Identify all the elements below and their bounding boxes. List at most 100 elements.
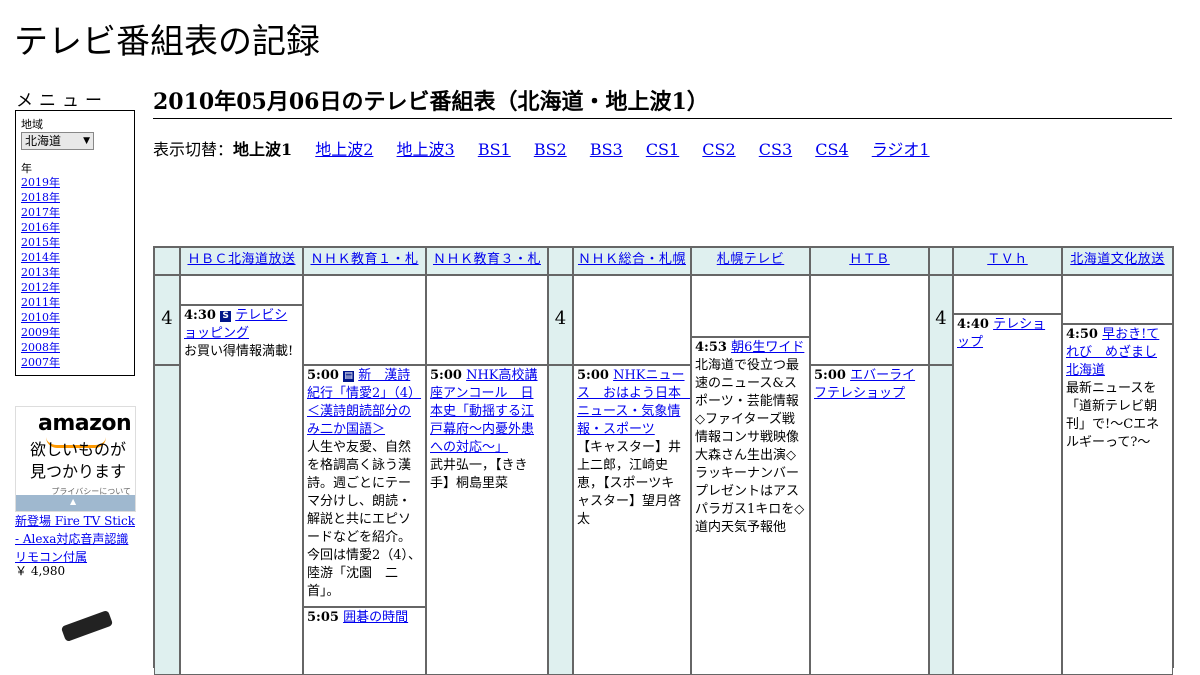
program-title-link[interactable]: 囲碁の時間 [343,610,408,625]
channel-header: 北海道文化放送 [1062,247,1173,275]
year-link[interactable]: 2007年 [21,356,60,369]
year-label: 年 [21,162,32,175]
channel-header: ＨＢＣ北海道放送 [180,247,303,275]
program-cell: 5:00 NHK高校講座アンコール 日本史「動揺する江戸幕府～内憂外患への対応～… [426,365,548,675]
channel-link[interactable]: ＴＶｈ [987,252,1028,267]
empty-slot [953,275,1062,314]
year-link[interactable]: 2010年 [21,311,60,324]
switcher-link[interactable]: BS3 [590,140,623,159]
program-cell: 5:00 ▤ 新 漢詩紀行「情愛2」（4）＜漢詩朗読部分のみ二か国語＞ 人生や友… [303,365,426,607]
year-link[interactable]: 2011年 [21,296,60,309]
year-link[interactable]: 2015年 [21,236,60,249]
program-time: 5:00 [430,368,462,383]
ad-product-link[interactable]: 新登場 Fire TV Stick - Alexa対応音声認識リモコン付属 [15,512,137,566]
year-list: 2019年 2018年 2017年 2016年 2015年 2014年 2013… [21,175,60,370]
empty-slot [810,275,929,365]
hour-number: 4 [554,308,567,329]
hour-cell [548,365,573,675]
switcher-link[interactable]: CS3 [759,140,792,159]
empty-slot [426,275,548,365]
year-link[interactable]: 2009年 [21,326,60,339]
empty-slot [691,275,810,337]
hour-cell [929,365,953,675]
program-desc: お買い得情報満載! [184,344,294,359]
switcher-link[interactable]: CS1 [646,140,679,159]
empty-slot [303,275,426,365]
hour-cell [154,365,180,675]
amazon-ad-banner[interactable]: amazon 欲しいものが見つかります プライバシーについて ▲ [15,406,136,512]
channel-link[interactable]: 札幌テレビ [717,252,785,267]
page-heading: 2010年05月06日のテレビ番組表（北海道・地上波1） [153,84,1172,119]
empty-slot [180,275,303,305]
program-cell: 4:53 朝6生ワイド 北海道で役立つ最速のニュース&スポーツ・芸能情報◇ファイ… [691,337,810,675]
program-grid: ＨＢＣ北海道放送 ＮＨＫ教育１・札幌 ＮＨＫ教育３・札幌 ＮＨＫ総合・札幌 札幌… [153,246,1174,675]
hour-number: 4 [161,308,173,329]
stereo-badge-icon: S [220,311,232,322]
hour-header [548,247,573,275]
year-link[interactable]: 2008年 [21,341,60,354]
program-desc: 最新ニュースを「道新テレビ朝刊」で!～Cエネルギーって?～ [1066,381,1160,450]
hour-header [154,247,180,275]
year-link[interactable]: 2012年 [21,281,60,294]
chevron-down-icon: ▼ [83,136,90,146]
empty-slot [573,275,691,365]
switcher-link[interactable]: ラジオ1 [872,140,930,159]
channel-link[interactable]: ＮＨＫ教育１・札幌 [310,252,418,274]
program-cell: 5:00 エバーライフテレショップ [810,365,929,675]
program-time: 5:00 [307,368,339,383]
switcher-current: 地上波1 [233,140,293,159]
year-link[interactable]: 2014年 [21,251,60,264]
switcher-link[interactable]: 地上波2 [315,140,373,159]
switcher-link[interactable]: BS1 [478,140,511,159]
region-select-value: 北海道 [25,134,62,148]
channel-header: ＮＨＫ教育１・札幌 [303,247,426,275]
hour-cell: 4 [154,275,180,365]
hour-cell: 4 [929,275,953,365]
channel-switcher: 表示切替：地上波1 地上波2 地上波3 BS1 BS2 BS3 CS1 CS2 … [153,136,948,160]
channel-header: ＮＨＫ教育３・札幌 [426,247,548,275]
channel-link[interactable]: ＨＴＢ [849,252,890,267]
switcher-link[interactable]: 地上波3 [397,140,455,159]
switcher-label: 表示切替： [153,140,234,159]
year-link[interactable]: 2017年 [21,206,60,219]
channel-header: ＴＶｈ [953,247,1062,275]
channel-header: ＨＴＢ [810,247,929,275]
program-cell: 5:00 NHKニュース おはよう日本 ニュース・気象情報・スポーツ 【キャスタ… [573,365,691,675]
switcher-link[interactable]: CS4 [815,140,848,159]
menu-label: メニュー [16,91,108,111]
switcher-link[interactable]: BS2 [534,140,567,159]
channel-link[interactable]: 北海道文化放送 [1070,252,1165,267]
menu-box: 地域 北海道 ▼ 年 2019年 2018年 2017年 2016年 2015年… [15,110,135,376]
caret-up-icon: ▲ [70,497,77,506]
program-cell: 4:40 テレショップ [953,314,1062,675]
program-time: 4:40 [957,317,989,332]
site-title: テレビ番組表の記録 [14,22,320,62]
switcher-link[interactable]: CS2 [702,140,735,159]
hour-number: 4 [935,308,947,329]
program-time: 5:05 [307,610,339,625]
year-link[interactable]: 2018年 [21,191,60,204]
program-time: 5:00 [577,368,609,383]
ad-tagline: 欲しいものが見つかります [29,440,126,481]
channel-header: ＮＨＫ総合・札幌 [573,247,691,275]
program-cell: 4:30 S テレビショッピング お買い得情報満載! [180,305,303,675]
fire-tv-stick-image [60,609,114,643]
channel-link[interactable]: ＮＨＫ総合・札幌 [578,252,686,267]
program-cell: 5:05 囲碁の時間 [303,607,426,675]
program-title-link[interactable]: 朝6生ワイド [731,340,804,355]
program-desc: 武井弘一，【きき手】桐島里菜 [430,458,528,491]
program-desc: 【キャスター】井上二郎，江崎史恵，【スポーツキャスター】望月啓太 [577,440,682,527]
channel-link[interactable]: ＮＨＫ教育３・札幌 [433,252,541,274]
program-time: 4:53 [695,340,727,355]
hour-cell: 4 [548,275,573,365]
ad-price: ￥ 4,980 [15,564,66,578]
year-link[interactable]: 2016年 [21,221,60,234]
year-link[interactable]: 2013年 [21,266,60,279]
channel-link[interactable]: ＨＢＣ北海道放送 [187,252,295,267]
channel-header: 札幌テレビ [691,247,810,275]
program-time: 4:30 [184,308,216,323]
year-link[interactable]: 2019年 [21,176,60,189]
region-select[interactable]: 北海道 ▼ [21,132,94,150]
program-desc: 人生や友愛、自然を格調高く詠う漢詩。週ごとにテーマ分けし、朗読・解説と共にエピソ… [307,440,422,599]
program-time: 5:00 [814,368,846,383]
